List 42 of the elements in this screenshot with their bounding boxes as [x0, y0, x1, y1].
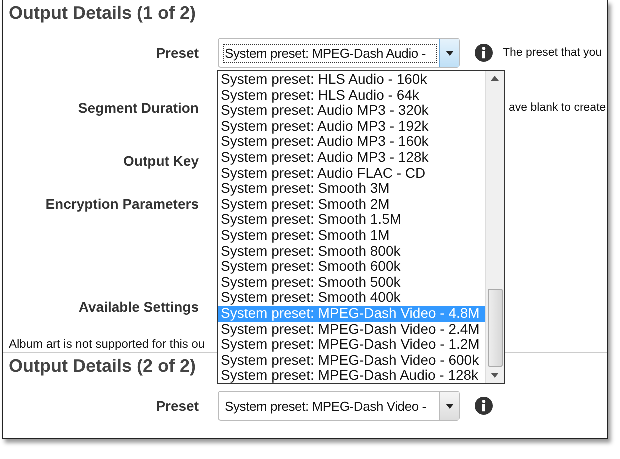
dropdown-option[interactable]: System preset: MPEG-Dash Video - 1.2M	[218, 337, 485, 353]
section-heading: Output Details (2 of 2)	[8, 355, 196, 378]
dropdown-option[interactable]: System preset: Smooth 1.5M	[218, 212, 485, 228]
scroll-up-icon[interactable]	[491, 76, 499, 81]
field-label: Segment Duration	[77, 100, 199, 116]
dropdown-option[interactable]: System preset: Audio MP3 - 192k	[218, 118, 485, 134]
dropdown-option[interactable]: System preset: Smooth 600k	[218, 259, 485, 275]
dropdown-option[interactable]: System preset: MPEG-Dash Video - 2.4M	[218, 322, 485, 338]
preset-select[interactable]: System preset: MPEG-Dash Video -	[218, 391, 460, 421]
dropdown-arrow-button[interactable]	[439, 39, 459, 67]
info-icon[interactable]	[475, 397, 493, 415]
dropdown-option[interactable]: System preset: Audio MP3 - 128k	[218, 150, 485, 166]
dropdown-option[interactable]: System preset: Audio MP3 - 160k	[218, 134, 485, 150]
scrollbar-thumb[interactable]	[488, 289, 502, 367]
dropdown-option[interactable]: System preset: HLS Audio - 160k	[218, 72, 485, 88]
caret-icon	[446, 50, 454, 56]
help-text: ave blank to create	[509, 102, 606, 114]
dropdown-option[interactable]: System preset: Audio FLAC - CD	[218, 166, 485, 182]
field-label: Output Key	[122, 153, 199, 169]
caret-icon	[446, 404, 454, 408]
dropdown-arrow-button[interactable]	[439, 392, 459, 420]
section-heading: Output Details (1 of 2)	[8, 2, 196, 25]
dropdown-option[interactable]: System preset: HLS Audio - 64k	[218, 88, 485, 104]
scroll-down-icon[interactable]	[491, 373, 499, 378]
field-label: Preset	[155, 45, 199, 61]
scrollbar[interactable]	[485, 71, 504, 383]
dropdown-option[interactable]: System preset: Smooth 800k	[218, 244, 485, 260]
field-label: Preset	[155, 398, 199, 414]
dropdown-option[interactable]: System preset: MPEG-Dash Video - 600k	[218, 352, 485, 368]
info-icon[interactable]	[475, 44, 493, 62]
dropdown-option[interactable]: System preset: Smooth 500k	[218, 274, 485, 290]
dropdown-option[interactable]: System preset: Audio MP3 - 320k	[218, 103, 485, 119]
note-text: Album art is not supported for this ou	[8, 336, 206, 352]
dropdown-option[interactable]: System preset: Smooth 1M	[218, 228, 485, 244]
field-label: Encryption Parameters	[44, 196, 199, 212]
field-label: Available Settings	[78, 299, 199, 315]
dropdown-option[interactable]: System preset: Smooth 3M	[218, 181, 485, 197]
preset-select[interactable]: System preset: MPEG-Dash Audio -	[218, 38, 460, 68]
dropdown-option[interactable]: System preset: MPEG-Dash Audio - 128k	[218, 368, 485, 384]
help-text: The preset that you	[503, 47, 602, 59]
dropdown-option[interactable]: System preset: Smooth 400k	[218, 290, 485, 306]
dropdown-option[interactable]: System preset: Smooth 2M	[218, 196, 485, 212]
